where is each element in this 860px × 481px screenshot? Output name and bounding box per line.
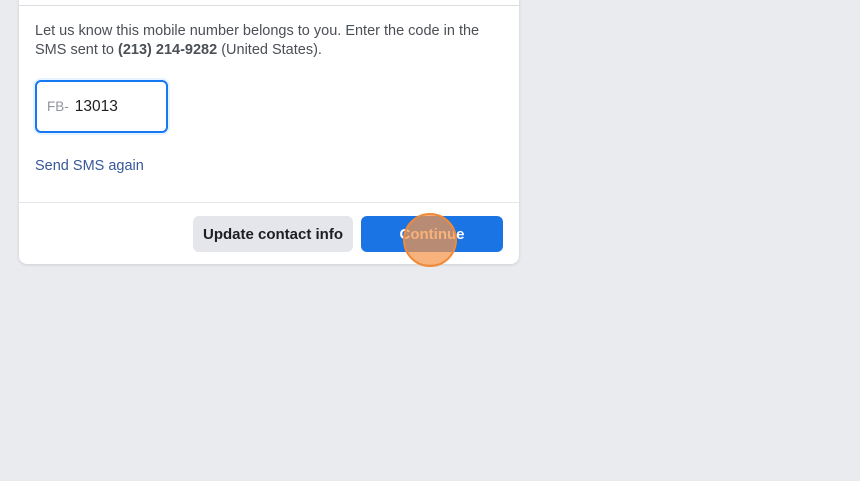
- instructions-text: Let us know this mobile number belongs t…: [35, 22, 505, 60]
- confirmation-code-field[interactable]: FB-: [35, 80, 168, 133]
- header-divider: [19, 5, 519, 6]
- continue-button[interactable]: Continue: [361, 216, 503, 252]
- update-contact-info-button[interactable]: Update contact info: [193, 216, 353, 252]
- send-sms-again-link[interactable]: Send SMS again: [35, 158, 144, 174]
- footer-divider: [19, 202, 519, 203]
- instructions-suffix: (United States).: [217, 42, 322, 58]
- confirmation-code-input[interactable]: [74, 97, 145, 116]
- sms-verification-card: Let us know this mobile number belongs t…: [19, 0, 519, 264]
- code-prefix: FB-: [47, 99, 69, 114]
- phone-number: (213) 214-9282: [118, 42, 218, 58]
